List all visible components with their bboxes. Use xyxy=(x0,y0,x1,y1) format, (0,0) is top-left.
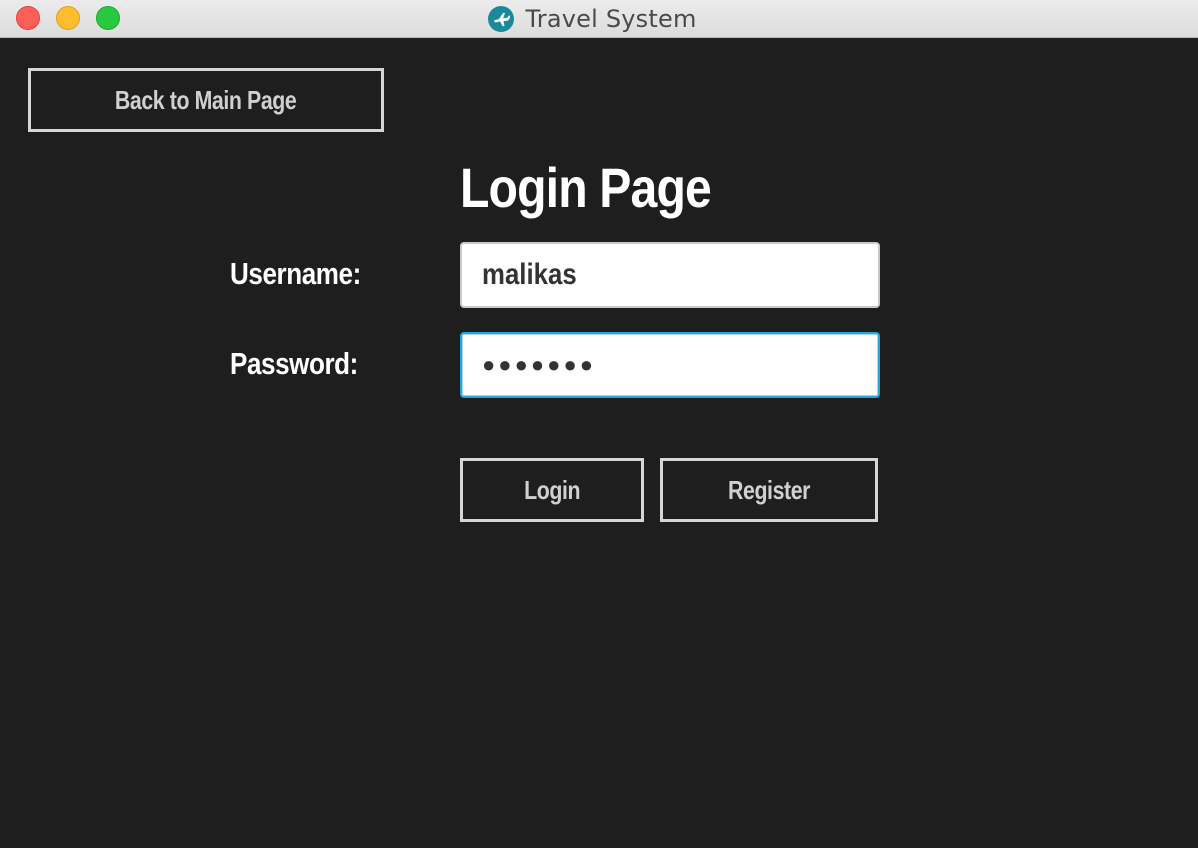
title-bar: Travel System xyxy=(0,0,1198,38)
app-window: Travel System Back to Main Page Login Pa… xyxy=(0,0,1198,848)
airplane-icon xyxy=(488,6,515,32)
username-value: malikas xyxy=(482,258,577,291)
register-label: Register xyxy=(727,474,811,505)
page-title-text: Login Page xyxy=(460,156,712,219)
password-label: Password: xyxy=(230,346,382,382)
username-label-text: Username: xyxy=(230,256,361,291)
username-input[interactable]: malikas xyxy=(460,242,880,308)
password-mask: ●●●●●●● xyxy=(482,352,597,377)
login-label: Login xyxy=(524,474,580,505)
back-to-main-label: Back to Main Page xyxy=(115,84,297,115)
username-label: Username: xyxy=(230,256,386,292)
window-title: Travel System xyxy=(525,5,697,33)
register-button[interactable]: Register xyxy=(660,458,878,522)
back-to-main-button[interactable]: Back to Main Page xyxy=(28,68,384,132)
login-button[interactable]: Login xyxy=(460,458,644,522)
password-input[interactable]: ●●●●●●● xyxy=(460,332,880,398)
page-title: Login Page xyxy=(460,152,752,224)
password-label-text: Password: xyxy=(230,346,358,381)
title-wrap: Travel System xyxy=(0,0,1198,38)
